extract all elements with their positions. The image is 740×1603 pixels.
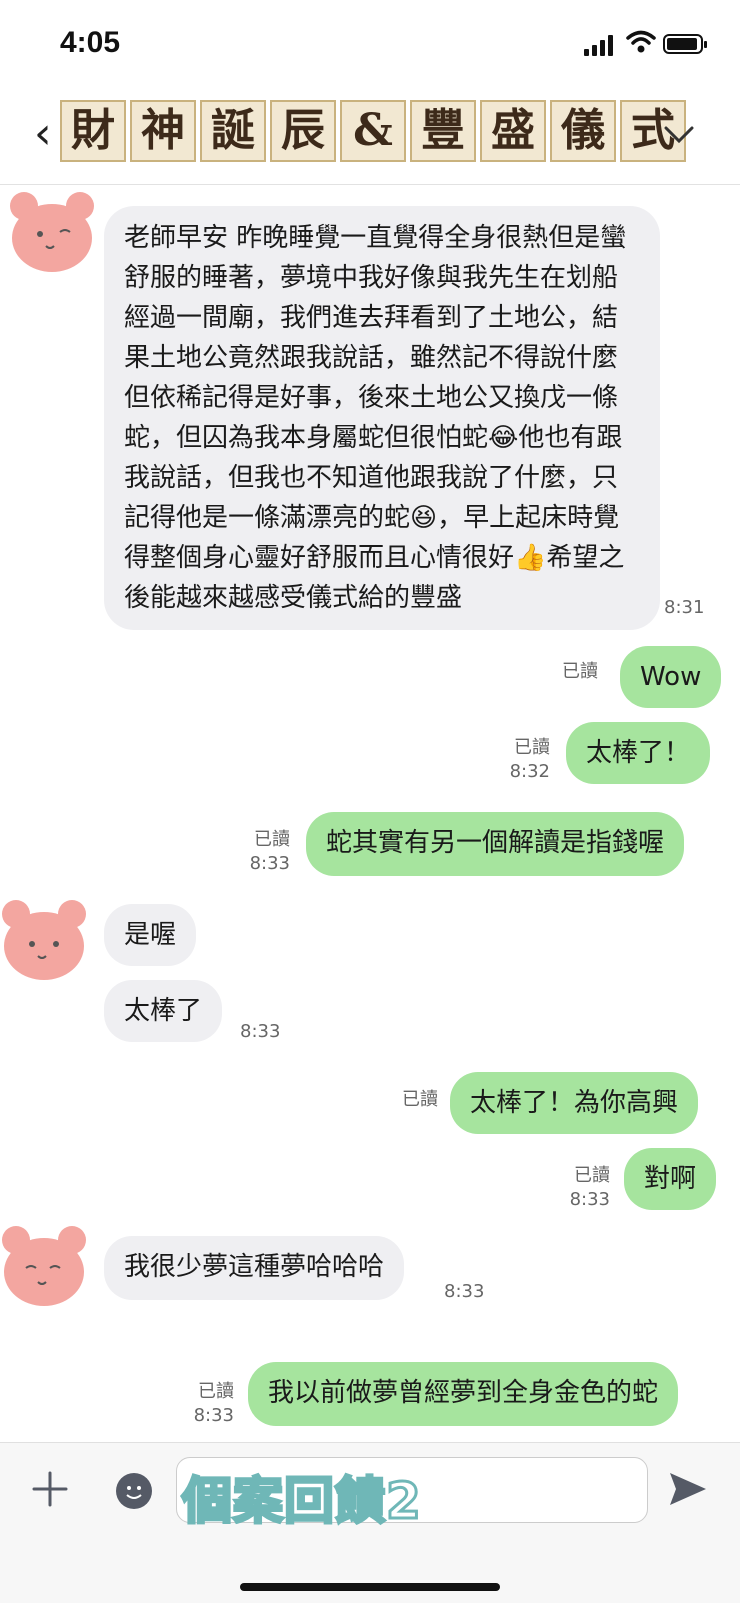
back-arrow-icon[interactable]: ‹: [34, 108, 52, 159]
chevron-down-icon[interactable]: [664, 126, 694, 144]
title-char: 財: [60, 100, 126, 162]
title-char: 儀: [550, 100, 616, 162]
read-receipt: 已讀: [562, 661, 598, 682]
status-bar: 4:05: [0, 0, 740, 90]
read-receipt: 已讀 8:33: [249, 829, 290, 874]
read-receipt: 已讀 8:33: [193, 1381, 234, 1426]
bear-avatar-icon[interactable]: [0, 896, 88, 984]
message-bubble-outgoing[interactable]: 太棒了！: [566, 722, 711, 784]
title-char: 誕: [200, 100, 266, 162]
message-bubble-outgoing[interactable]: 我以前做夢曾經夢到全身金色的蛇: [248, 1362, 679, 1426]
title-char: 豐: [410, 100, 476, 162]
title-char: 神: [130, 100, 196, 162]
message-bubble-incoming[interactable]: 是喔: [104, 904, 197, 966]
overlay-caption: 個案回饋2: [181, 1471, 423, 1532]
message-bubble-incoming[interactable]: 老師早安 昨晚睡覺一直覺得全身很熱但是蠻舒服的睡著，夢境中我好像與我先生在划船經…: [104, 206, 660, 630]
message-bubble-incoming[interactable]: 我很少夢這種夢哈哈哈: [104, 1236, 405, 1300]
message-bubble-outgoing[interactable]: Wow: [620, 646, 722, 708]
bear-avatar-icon[interactable]: [8, 188, 96, 276]
status-time: 4:05: [60, 26, 121, 59]
chat-area[interactable]: 老師早安 昨晚睡覺一直覺得全身很熱但是蠻舒服的睡著，夢境中我好像與我先生在划船經…: [0, 184, 740, 1442]
message-bubble-outgoing[interactable]: 對啊: [624, 1148, 717, 1210]
wifi-icon: [626, 30, 656, 53]
emoji-icon[interactable]: [116, 1473, 152, 1509]
message-time: 8:33: [240, 1021, 281, 1042]
chat-header: ‹ 財 神 誕 辰 & 豐 盛 儀 式: [0, 92, 740, 185]
message-time: 8:31: [664, 597, 705, 618]
read-receipt: 已讀: [402, 1089, 438, 1110]
send-icon[interactable]: [668, 1471, 708, 1507]
read-receipt: 已讀 8:32: [509, 737, 550, 782]
message-bubble-outgoing[interactable]: 蛇其實有另一個解讀是指錢喔: [306, 812, 685, 876]
plus-icon[interactable]: [30, 1469, 70, 1509]
input-bar: 個案回饋2: [0, 1442, 740, 1603]
chat-title: 財 神 誕 辰 & 豐 盛 儀 式: [60, 100, 686, 162]
bear-avatar-icon[interactable]: [0, 1222, 88, 1310]
message-bubble-incoming[interactable]: 太棒了: [104, 980, 223, 1042]
battery-icon: [663, 34, 707, 54]
read-receipt: 已讀 8:33: [569, 1165, 610, 1210]
title-char: 盛: [480, 100, 546, 162]
message-time: 8:33: [444, 1281, 485, 1302]
title-char: 辰: [270, 100, 336, 162]
signal-icon: [584, 34, 616, 56]
home-indicator: [240, 1583, 500, 1591]
title-char: &: [340, 100, 406, 162]
message-bubble-outgoing[interactable]: 太棒了！為你高興: [450, 1072, 699, 1134]
